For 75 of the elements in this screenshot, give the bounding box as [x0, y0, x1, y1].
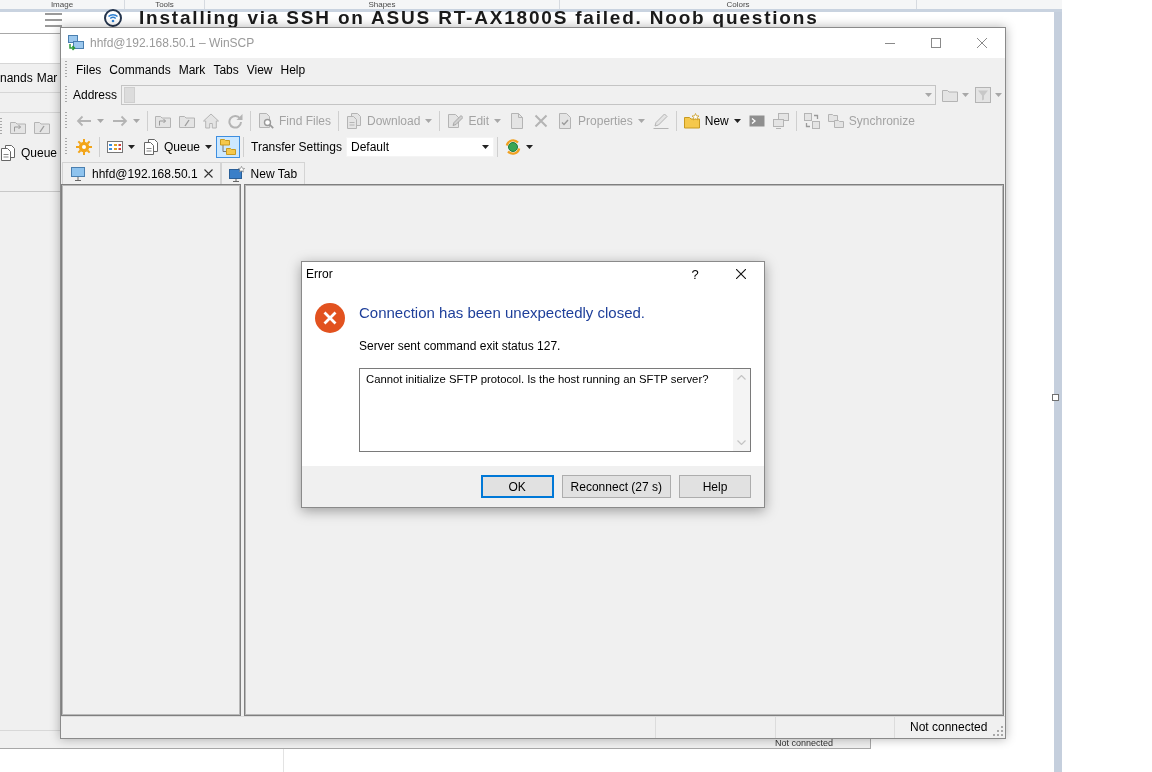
dialog-heading: Connection has been unexpectedly closed. — [359, 303, 647, 323]
squares-arrows-icon — [803, 113, 820, 129]
menu-item[interactable]: View — [242, 61, 277, 79]
menu-item[interactable]: nands — [0, 69, 33, 87]
address-label: Address — [72, 88, 119, 102]
documents-icon — [0, 144, 16, 161]
menu-item[interactable]: Mark — [174, 61, 210, 79]
folder-up-icon — [155, 113, 171, 129]
blank-icon — [124, 87, 136, 103]
document-magnifier-icon — [258, 113, 274, 129]
globe-arrows-icon — [504, 139, 521, 155]
ribbon-group-label: Tools — [155, 0, 174, 9]
toolbar-label: Transfer Settings — [250, 140, 343, 154]
folder-tree-icon — [220, 139, 237, 155]
caret-icon — [925, 93, 932, 97]
document-pencil-icon — [447, 113, 464, 129]
queue-button[interactable]: Queue — [139, 136, 217, 158]
chevron-up-icon — [737, 375, 746, 380]
monitor-icon — [70, 165, 86, 182]
gear-icon — [76, 139, 92, 155]
menu-item[interactable]: Mar — [36, 69, 58, 87]
monitors-icon — [772, 113, 789, 129]
menu-item[interactable]: Commands — [105, 61, 175, 79]
page-heading: Installing via SSH on ASUS RT-AX1800S failed. Noob questions — [139, 10, 819, 26]
settings-dropdown[interactable]: Default — [345, 137, 494, 157]
folder-icon — [942, 87, 958, 103]
folder-slash-icon — [179, 113, 195, 129]
context-help-button[interactable]: ? — [672, 262, 718, 286]
documents-icon — [346, 113, 362, 129]
filter-icon — [975, 87, 991, 103]
tree-button[interactable] — [216, 136, 241, 158]
dialog-message: Server sent command exit status 127. — [359, 338, 562, 354]
dialog-button[interactable]: OK — [480, 475, 554, 498]
arrow-left-icon — [76, 113, 92, 129]
menu-icon — [45, 13, 62, 27]
document-icon — [509, 113, 526, 129]
minimize-icon — [885, 42, 895, 44]
refresh-icon — [227, 113, 243, 129]
folder-star-icon — [683, 113, 700, 129]
dialog-title: Error — [305, 267, 333, 281]
cross-icon — [533, 113, 550, 129]
ribbon-group-label: Colors — [726, 0, 750, 9]
dialog-button[interactable]: Reconnect (27 s) — [561, 475, 671, 498]
app-icon — [68, 35, 84, 51]
folders-icon — [827, 113, 844, 129]
arrow-right-icon — [112, 113, 128, 129]
ribbon-group-label: Image — [50, 0, 74, 9]
tab[interactable]: New Tab — [220, 162, 306, 184]
tab[interactable]: hhfd@192.168.50.1 — [62, 162, 221, 184]
dialog-button[interactable]: Help — [679, 475, 751, 498]
details-field[interactable]: Cannot initialize SFTP protocol. Is the host running an SFTP server? — [359, 368, 751, 452]
status-text: Not connected — [909, 719, 988, 736]
caret-icon — [481, 145, 489, 149]
queue-button[interactable]: Queue — [0, 141, 60, 164]
documents-icon — [143, 139, 159, 155]
menu-item[interactable]: Files — [72, 61, 106, 79]
maximize-icon — [931, 38, 941, 48]
resize-grip-icon — [993, 726, 1003, 736]
pencil-icon — [652, 113, 669, 129]
document-check-icon — [557, 113, 574, 129]
error-icon — [315, 303, 345, 333]
new-button[interactable]: New — [679, 110, 745, 132]
menu-item[interactable]: Help — [276, 61, 310, 79]
close-icon — [736, 269, 746, 279]
ribbon-group-label: Shapes — [368, 0, 396, 9]
resize-handle[interactable] — [1052, 394, 1059, 401]
menu-item[interactable]: Tabs — [209, 61, 243, 79]
close-icon — [203, 169, 213, 178]
home-icon — [203, 113, 219, 129]
status-text: Not connected — [775, 739, 834, 748]
chevron-down-icon — [737, 440, 746, 445]
window-title: hhfd@192.168.50.1 – WinSCP — [90, 36, 255, 50]
close-icon — [977, 38, 987, 48]
grid-icon — [107, 139, 123, 155]
terminal-icon — [748, 113, 765, 129]
